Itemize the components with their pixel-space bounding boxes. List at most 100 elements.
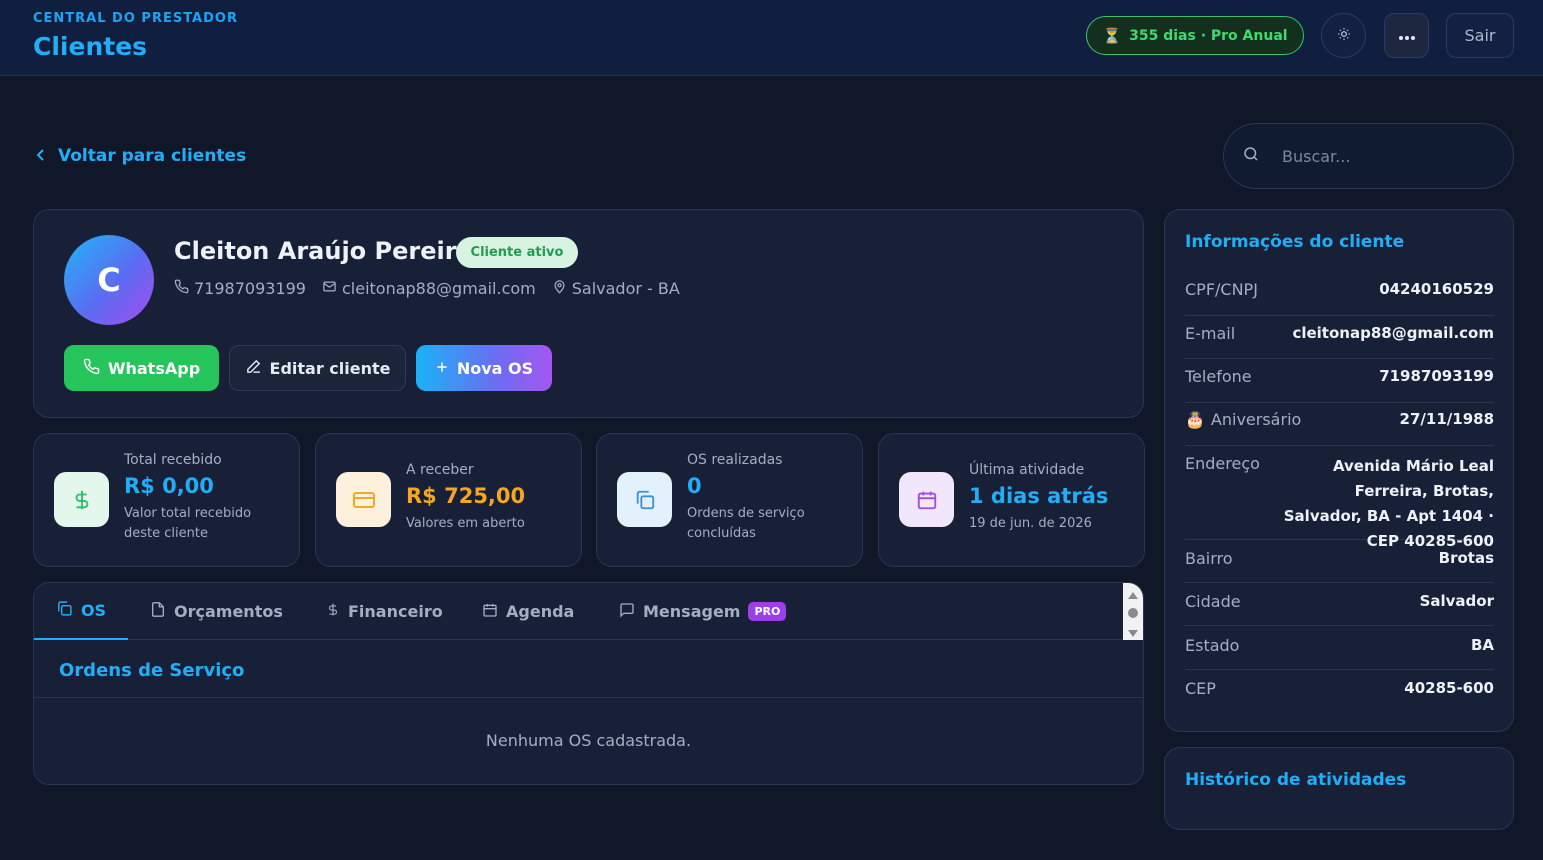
info-key: CPF/CNPJ — [1185, 280, 1258, 299]
client-name: Cleiton Araújo Pereira — [174, 237, 473, 265]
tab-orcamentos-label: Orçamentos — [174, 602, 283, 621]
plus-icon — [435, 359, 449, 378]
info-key: Cidade — [1185, 592, 1241, 611]
tab-financeiro[interactable]: Financeiro — [326, 583, 443, 640]
info-value: BA — [1470, 636, 1494, 654]
status-badge: Cliente ativo — [456, 237, 578, 268]
tab-mensagem[interactable]: Mensagem PRO — [619, 583, 787, 640]
stat-value: R$ 725,00 — [406, 484, 526, 508]
plan-badge[interactable]: ⏳ 355 dias · Pro Anual — [1086, 16, 1304, 55]
info-key: Bairro — [1185, 549, 1233, 568]
stat-subtext: Ordens de serviço concluídas — [687, 506, 805, 541]
stat-card-receivable: A receber R$ 725,00 Valores em aberto — [315, 433, 582, 567]
hourglass-icon: ⏳ — [1102, 26, 1122, 45]
tab-agenda-label: Agenda — [506, 602, 575, 621]
credit-card-icon — [336, 472, 391, 527]
plan-badge-label: 355 dias · Pro Anual — [1129, 27, 1288, 44]
client-info-card: Informações do cliente CPF/CNPJ 04240160… — [1164, 209, 1514, 732]
cake-icon: 🎂 — [1185, 410, 1205, 429]
new-os-label: Nova OS — [456, 358, 534, 378]
contact-location: Salvador - BA — [552, 279, 680, 298]
empty-state-text: Nenhuma OS cadastrada. — [485, 731, 692, 750]
info-row-city: Cidade Salvador — [1185, 592, 1494, 626]
back-to-clients-link[interactable]: Voltar para clientes — [36, 143, 246, 169]
stat-label: Total recebido — [124, 452, 222, 468]
info-card-title: Informações do cliente — [1185, 232, 1405, 252]
search-box — [1223, 123, 1514, 189]
calendar-icon — [482, 602, 498, 622]
message-icon — [619, 602, 635, 622]
dollar-icon — [326, 601, 340, 622]
contact-phone-text: 71987093199 — [194, 279, 306, 298]
stat-label: OS realizadas — [687, 452, 783, 468]
stat-label: Última atividade — [969, 462, 1085, 478]
phone-icon — [174, 279, 189, 298]
info-row-state: Estado BA — [1185, 636, 1494, 670]
info-key: Estado — [1185, 636, 1240, 655]
os-section-title: Ordens de Serviço — [59, 660, 245, 681]
sun-icon — [1337, 26, 1351, 45]
info-key: Telefone — [1185, 367, 1252, 386]
info-value: 40285-600 — [1404, 679, 1494, 697]
search-input[interactable] — [1282, 146, 1472, 166]
file-icon — [150, 601, 166, 622]
history-title: Histórico de atividades — [1185, 770, 1407, 790]
info-key: 🎂 Aniversário — [1185, 410, 1301, 429]
info-key: CEP — [1185, 679, 1216, 698]
stat-subtext: Valores em aberto — [406, 516, 525, 531]
client-actions: WhatsApp Editar cliente Nova OS — [64, 345, 552, 391]
stat-value: R$ 0,00 — [124, 474, 214, 498]
avatar: C — [64, 235, 154, 325]
client-profile-card: C Cleiton Araújo Pereira Cliente ativo 7… — [33, 209, 1144, 418]
info-row-cep: CEP 40285-600 — [1185, 679, 1494, 709]
page-title: Clientes — [33, 32, 148, 61]
pro-badge: PRO — [748, 602, 787, 621]
theme-toggle-button[interactable] — [1321, 13, 1366, 58]
info-value: 04240160529 — [1379, 280, 1494, 298]
tab-mensagem-label: Mensagem — [643, 602, 741, 621]
stat-subtext: Valor total recebido deste cliente — [124, 506, 252, 541]
contact-email: cleitonap88@gmail.com — [322, 279, 536, 298]
copy-icon — [617, 472, 672, 527]
top-header: CENTRAL DO PRESTADOR Clientes ⏳ 355 dias… — [0, 0, 1543, 76]
more-options-button[interactable] — [1384, 13, 1429, 58]
dollar-icon — [54, 472, 109, 527]
tab-bar: OS Orçamentos Financeiro Agenda Mensagem — [34, 583, 1143, 640]
stat-value: 1 dias atrás — [969, 484, 1109, 508]
stat-subtext: 19 de jun. de 2026 — [969, 516, 1092, 531]
mail-icon — [322, 279, 337, 298]
contact-email-text: cleitonap88@gmail.com — [341, 279, 536, 298]
search-icon — [1242, 145, 1260, 167]
scroll-thumb[interactable] — [1127, 604, 1139, 623]
logout-button[interactable]: Sair — [1446, 13, 1514, 58]
scroll-up-icon[interactable] — [1127, 585, 1139, 604]
map-pin-icon — [552, 279, 567, 298]
info-value: 27/11/1988 — [1399, 410, 1494, 428]
new-os-button[interactable]: Nova OS — [416, 345, 552, 391]
info-key: E-mail — [1185, 324, 1236, 343]
tab-os[interactable]: OS — [34, 583, 128, 640]
contact-row: 71987093199 cleitonap88@gmail.com Salvad… — [174, 279, 680, 298]
stat-card-os-done: OS realizadas 0 Ordens de serviço conclu… — [596, 433, 863, 567]
divider — [34, 697, 1143, 698]
tab-orcamentos[interactable]: Orçamentos — [150, 583, 283, 640]
edit-client-label: Editar cliente — [269, 358, 391, 378]
tab-scrollbar[interactable] — [1123, 583, 1143, 640]
stat-label: A receber — [406, 462, 474, 478]
brand-kicker: CENTRAL DO PRESTADOR — [33, 11, 238, 26]
info-row-email: E-mail cleitonap88@gmail.com — [1185, 324, 1494, 359]
info-value: Avenida Mário Leal Ferreira, Brotas, Sal… — [1283, 457, 1494, 550]
info-value: Brotas — [1438, 549, 1494, 567]
tab-agenda[interactable]: Agenda — [482, 583, 574, 640]
edit-client-button[interactable]: Editar cliente — [229, 345, 406, 391]
client-tabs-card: OS Orçamentos Financeiro Agenda Mensagem — [33, 582, 1144, 785]
more-icon — [1398, 26, 1416, 45]
info-row-phone: Telefone 71987093199 — [1185, 367, 1494, 403]
info-value: Salvador — [1419, 592, 1494, 610]
stat-card-last-activity: Última atividade 1 dias atrás 19 de jun.… — [878, 433, 1145, 567]
info-key: Endereço — [1185, 454, 1260, 473]
stat-card-total-received: Total recebido R$ 0,00 Valor total receb… — [33, 433, 300, 567]
whatsapp-button[interactable]: WhatsApp — [64, 345, 219, 391]
contact-location-text: Salvador - BA — [571, 279, 680, 298]
scroll-down-icon[interactable] — [1127, 623, 1139, 642]
